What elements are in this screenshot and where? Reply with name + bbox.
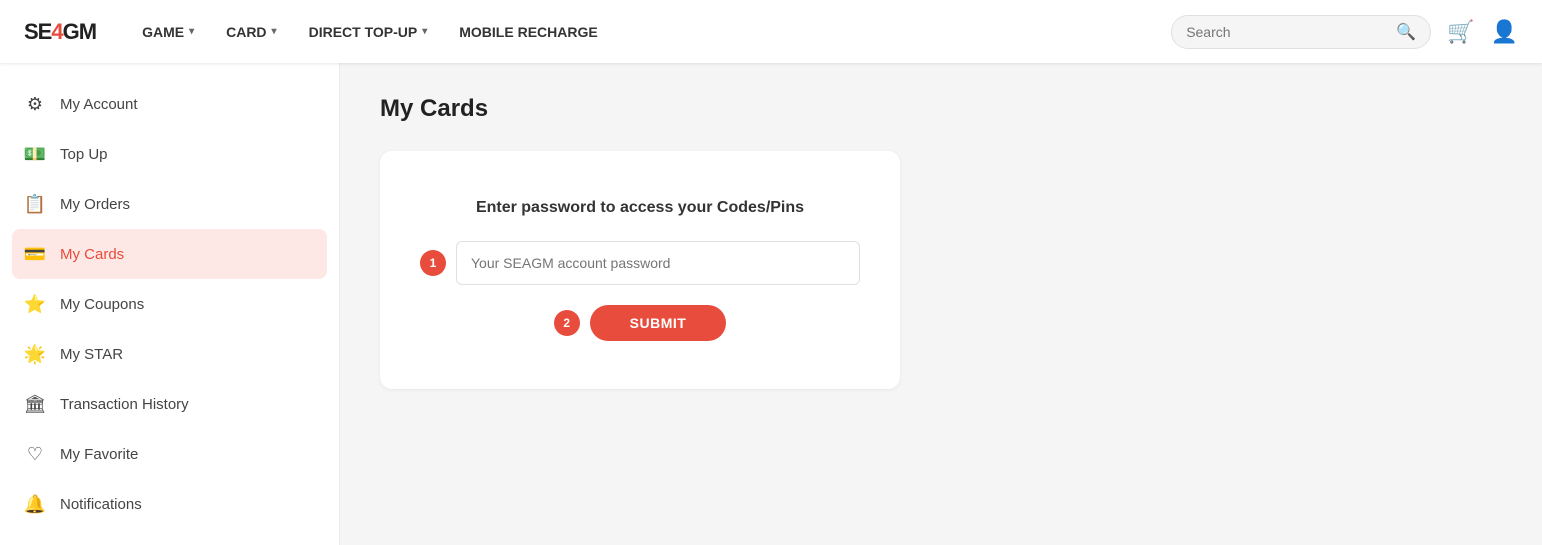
- orders-icon: 📋: [24, 193, 46, 215]
- heart-icon: ♡: [24, 443, 46, 465]
- sidebar-item-account[interactable]: ⚙ My Account: [0, 79, 339, 129]
- search-bar: 🔍: [1171, 15, 1431, 49]
- step-2-badge: 2: [554, 310, 580, 336]
- sidebar-item-coupons[interactable]: ⭐ My Coupons: [0, 279, 339, 329]
- star-icon: 🌟: [24, 343, 46, 365]
- sidebar-item-orders[interactable]: 📋 My Orders: [0, 179, 339, 229]
- main-layout: ⚙ My Account 💵 Top Up 📋 My Orders 💳 My C…: [0, 63, 1542, 545]
- sidebar-item-favorite[interactable]: ♡ My Favorite: [0, 429, 339, 479]
- sidebar-item-notifications[interactable]: 🔔 Notifications: [0, 479, 339, 529]
- cards-icon: 💳: [24, 243, 46, 265]
- sidebar-item-cards[interactable]: 💳 My Cards: [12, 229, 327, 279]
- submit-row: 2 SUBMIT: [420, 305, 860, 341]
- header-right: 🔍 🛒 👤: [1171, 15, 1518, 49]
- search-icon: 🔍: [1396, 22, 1416, 42]
- cart-icon[interactable]: 🛒: [1447, 19, 1474, 45]
- main-content: My Cards Enter password to access your C…: [340, 63, 1542, 545]
- card-panel: Enter password to access your Codes/Pins…: [380, 151, 900, 389]
- user-icon[interactable]: 👤: [1491, 19, 1518, 45]
- page-title: My Cards: [380, 95, 1502, 123]
- header: SE4GM GAME ▾ CARD ▾ DIRECT TOP-UP ▾ MOBI…: [0, 0, 1542, 63]
- password-input-row: 1: [420, 241, 860, 285]
- sidebar-item-topup[interactable]: 💵 Top Up: [0, 129, 339, 179]
- sidebar: ⚙ My Account 💵 Top Up 📋 My Orders 💳 My C…: [0, 63, 340, 545]
- password-field[interactable]: [456, 241, 860, 285]
- step-1-badge: 1: [420, 250, 446, 276]
- chevron-down-icon: ▾: [272, 26, 277, 37]
- chevron-down-icon: ▾: [189, 26, 194, 37]
- submit-button[interactable]: SUBMIT: [590, 305, 727, 341]
- sidebar-item-transaction-history[interactable]: 🏛 Transaction History: [0, 379, 339, 429]
- logo[interactable]: SE4GM: [24, 19, 96, 45]
- panel-title: Enter password to access your Codes/Pins: [420, 199, 860, 217]
- nav-item-card[interactable]: CARD ▾: [212, 16, 290, 48]
- nav-item-game[interactable]: GAME ▾: [128, 16, 208, 48]
- nav-item-mobile-recharge[interactable]: MOBILE RECHARGE: [445, 16, 611, 48]
- sidebar-item-star[interactable]: 🌟 My STAR: [0, 329, 339, 379]
- chevron-down-icon: ▾: [422, 26, 427, 37]
- coupons-icon: ⭐: [24, 293, 46, 315]
- main-nav: GAME ▾ CARD ▾ DIRECT TOP-UP ▾ MOBILE REC…: [128, 16, 1171, 48]
- search-input[interactable]: [1186, 24, 1390, 40]
- nav-item-direct-topup[interactable]: DIRECT TOP-UP ▾: [295, 16, 442, 48]
- gear-icon: ⚙: [24, 93, 46, 115]
- topup-icon: 💵: [24, 143, 46, 165]
- history-icon: 🏛: [24, 393, 46, 415]
- bell-icon: 🔔: [24, 493, 46, 515]
